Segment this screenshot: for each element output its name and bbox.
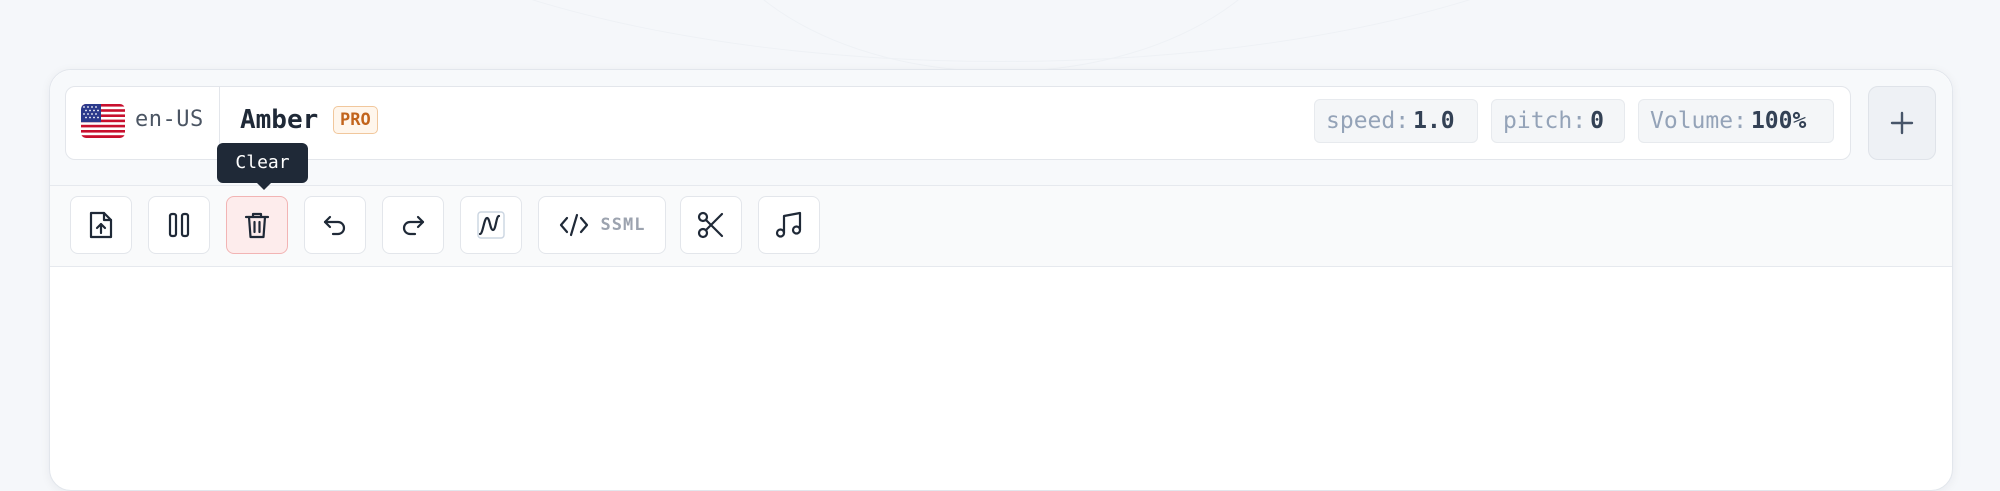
music-note-icon (775, 211, 802, 238)
pause-icon (168, 212, 190, 238)
redo-icon (402, 215, 425, 236)
undo-button[interactable] (304, 196, 366, 254)
voice-name: Amber (240, 105, 319, 135)
locale-label: en-US (135, 107, 204, 132)
voice-selector[interactable]: en-US Amber PRO speed: 1.0 pitch: 0 Volu… (65, 86, 1851, 160)
redo-button[interactable] (382, 196, 444, 254)
voice-header: en-US Amber PRO speed: 1.0 pitch: 0 Volu… (50, 70, 1952, 186)
clear-tooltip: Clear (217, 143, 308, 190)
tts-editor-card: en-US Amber PRO speed: 1.0 pitch: 0 Volu… (49, 69, 1953, 491)
pause-button[interactable] (148, 196, 210, 254)
undo-icon (323, 215, 346, 236)
pitch-control[interactable]: pitch: 0 (1491, 99, 1625, 143)
clear-button[interactable] (226, 196, 288, 254)
locale-selector[interactable]: en-US (66, 87, 220, 159)
ssml-button[interactable]: SSML (538, 196, 666, 254)
volume-control[interactable]: Volume: 100% (1638, 99, 1834, 143)
waveform-button[interactable] (460, 196, 522, 254)
music-button[interactable] (758, 196, 820, 254)
waveform-icon (477, 211, 505, 239)
speed-label: speed: (1326, 108, 1410, 134)
pro-badge: PRO (333, 106, 378, 134)
file-upload-icon (89, 211, 113, 239)
editor-toolbar: SSML (50, 186, 1952, 267)
speed-control[interactable]: speed: 1.0 (1314, 99, 1478, 143)
volume-value: 100% (1750, 108, 1807, 134)
pitch-value: 0 (1590, 108, 1604, 134)
cut-button[interactable] (680, 196, 742, 254)
trash-icon (244, 212, 270, 239)
add-voice-button[interactable] (1868, 86, 1936, 160)
text-editor-area[interactable] (50, 267, 1952, 487)
scissors-icon (697, 211, 724, 239)
ssml-label: SSML (600, 215, 646, 235)
speed-value: 1.0 (1413, 108, 1455, 134)
us-flag-icon (81, 104, 125, 138)
plus-icon (1890, 111, 1914, 135)
volume-label: Volume: (1650, 108, 1747, 134)
upload-file-button[interactable] (70, 196, 132, 254)
code-icon (559, 213, 588, 237)
pitch-label: pitch: (1503, 108, 1587, 134)
